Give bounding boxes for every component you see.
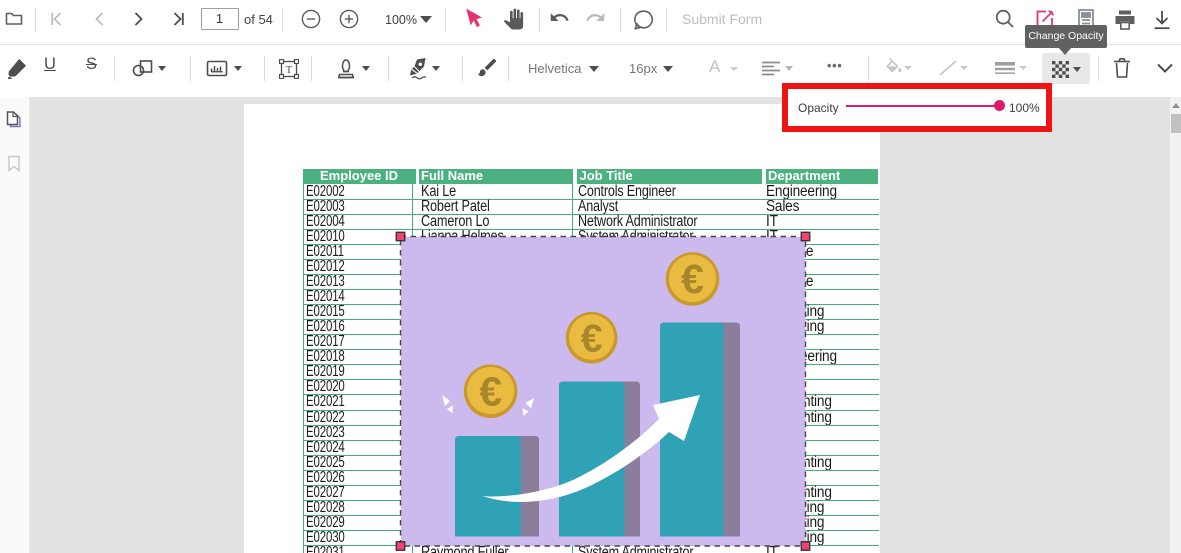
svg-text:T: T: [286, 64, 293, 76]
